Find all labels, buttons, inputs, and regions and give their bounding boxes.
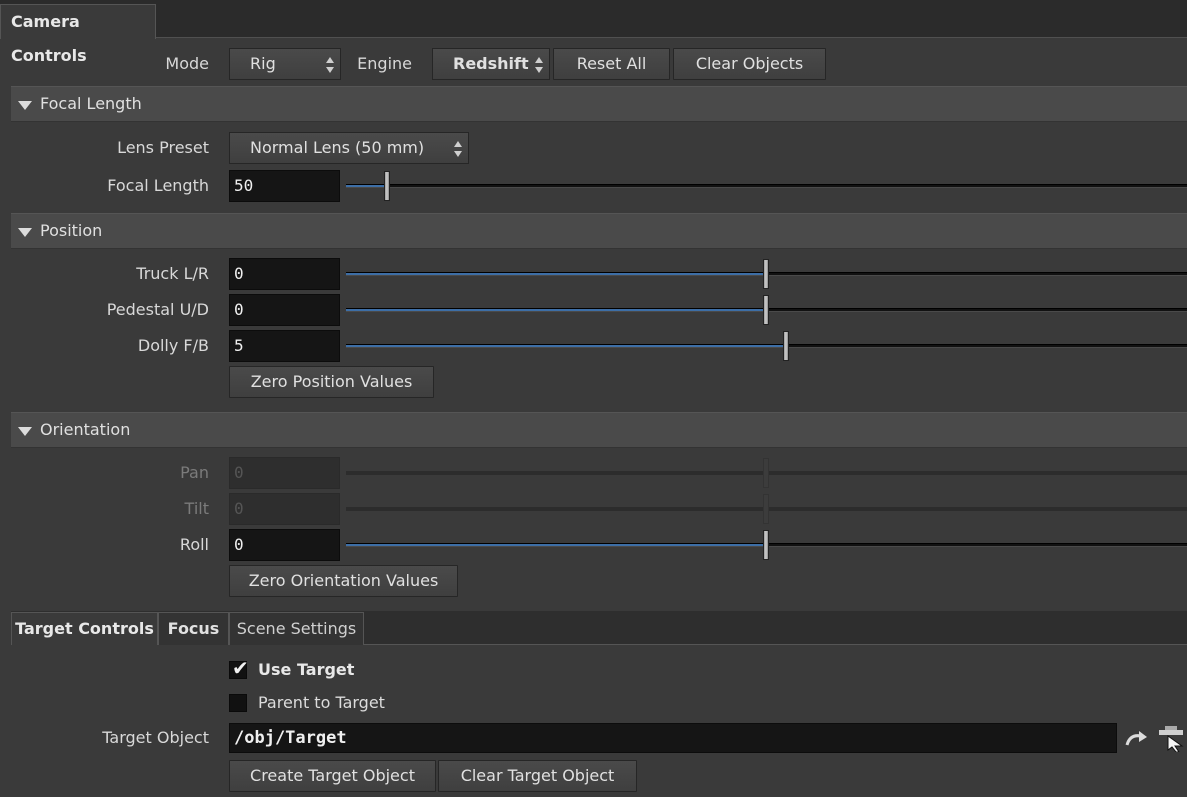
tab-camera-controls[interactable]: Camera Controls [0,4,156,65]
clear-target-object-button[interactable]: Clear Target Object [438,760,637,792]
target-object-label: Target Object [102,728,209,747]
truck-label: Truck L/R [136,264,209,283]
section-orientation[interactable]: Orientation [11,412,1187,448]
tab-focus[interactable]: Focus [158,612,229,645]
parent-to-target-checkbox[interactable]: Parent to Target [229,693,429,715]
pan-field: 0 [229,457,340,489]
updown-arrows-icon [326,57,334,73]
section-title: Position [40,221,103,240]
roll-slider-handle[interactable] [763,530,769,560]
tab-target-controls[interactable]: Target Controls [11,612,158,645]
create-target-object-button[interactable]: Create Target Object [229,760,436,792]
pedestal-label: Pedestal U/D [106,300,209,319]
collapse-triangle-icon [18,427,32,436]
dolly-slider-handle[interactable] [783,331,789,361]
dolly-field[interactable]: 5 [229,330,340,362]
pedestal-slider-handle[interactable] [763,295,769,325]
mode-value: Rig [250,54,276,73]
focal-length-field[interactable]: 50 [229,170,340,202]
jump-arrow-icon[interactable] [1124,728,1150,750]
engine-value: Redshift [453,54,529,73]
lens-preset-label: Lens Preset [117,138,209,157]
parent-to-target-label: Parent to Target [258,693,385,712]
section-title: Orientation [40,420,131,439]
reset-all-button[interactable]: Reset All [553,48,670,80]
mode-label: Mode [165,54,209,73]
section-position[interactable]: Position [11,213,1187,249]
tilt-label: Tilt [184,499,209,518]
engine-label: Engine [357,54,412,73]
checkbox-box [229,694,247,712]
updown-arrows-icon [454,141,462,157]
focal-length-label: Focal Length [107,176,209,195]
lens-preset-value: Normal Lens (50 mm) [250,138,425,157]
pan-label: Pan [180,463,209,482]
zero-orientation-button[interactable]: Zero Orientation Values [229,565,458,597]
tab-bar [0,0,1187,38]
node-chooser-icon[interactable] [1156,724,1187,753]
collapse-triangle-icon [18,101,32,110]
use-target-checkbox[interactable]: ✔ Use Target [229,656,429,682]
zero-position-button[interactable]: Zero Position Values [229,366,434,398]
dolly-label: Dolly F/B [137,336,209,355]
truck-field[interactable]: 0 [229,258,340,290]
pedestal-field[interactable]: 0 [229,294,340,326]
roll-field[interactable]: 0 [229,529,340,561]
roll-label: Roll [179,535,209,554]
focal-length-slider-handle[interactable] [384,171,390,201]
target-object-field[interactable]: /obj/Target [229,723,1117,753]
section-title: Focal Length [40,94,142,113]
focal-length-slider-track[interactable] [346,184,1187,188]
checkmark-icon: ✔ [232,656,249,680]
checkbox-box: ✔ [229,656,249,680]
tilt-field: 0 [229,493,340,525]
mode-menu[interactable]: Rig [229,48,341,80]
collapse-triangle-icon [18,228,32,237]
updown-arrows-icon [535,57,543,73]
tab-scene-settings[interactable]: Scene Settings [229,612,364,645]
lens-preset-menu[interactable]: Normal Lens (50 mm) [229,132,469,164]
clear-objects-button[interactable]: Clear Objects [673,48,826,80]
section-focal-length[interactable]: Focal Length [11,86,1187,122]
truck-slider-handle[interactable] [763,259,769,289]
pan-slider-handle [763,458,769,488]
dolly-slider-track[interactable] [346,344,1187,348]
tilt-slider-handle [763,494,769,524]
engine-menu[interactable]: Redshift [432,48,550,80]
use-target-label: Use Target [258,660,355,679]
